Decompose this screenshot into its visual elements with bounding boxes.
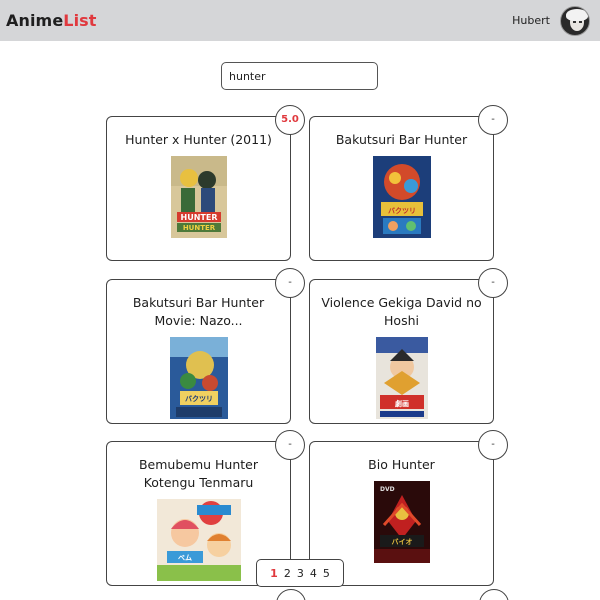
user-name: Hubert (512, 14, 550, 27)
anime-poster[interactable]: バクツリ (170, 337, 228, 419)
anime-title: Bemubemu Hunter Kotengu Tenmaru (138, 457, 259, 490)
page-link-4[interactable]: 4 (310, 567, 317, 580)
anime-title: Violence Gekiga David no Hoshi (321, 295, 482, 328)
rating-badge: - (478, 430, 508, 460)
top-bar: AnimeList Hubert (0, 0, 600, 41)
anime-card[interactable]: Violence Gekiga David no Hoshi - 劇画 (309, 268, 508, 424)
page-link-3[interactable]: 3 (297, 567, 304, 580)
svg-text:劇画: 劇画 (394, 399, 409, 408)
rating-badge: 5.0 (275, 105, 305, 135)
anime-card[interactable]: Hunter x Hunter (2011) 5.0 HUNTER HUNTER (106, 105, 305, 261)
rating-badge: - (275, 268, 305, 298)
avatar[interactable] (560, 5, 590, 36)
anime-poster[interactable]: バクツリ (373, 156, 431, 238)
rating-badge: - (478, 268, 508, 298)
svg-text:DVD: DVD (380, 486, 395, 493)
logo-text-list: List (63, 11, 97, 30)
logo-text-anime: Anime (6, 11, 64, 30)
page-link-5[interactable]: 5 (323, 567, 330, 580)
rating-badge-partial (479, 589, 509, 600)
page-link-2[interactable]: 2 (284, 567, 291, 580)
svg-text:バクツリ: バクツリ (388, 206, 416, 215)
anime-poster[interactable]: HUNTER HUNTER (171, 156, 227, 238)
anime-card[interactable]: Bakutsuri Bar Hunter Movie: Nazo... - バク… (106, 268, 305, 424)
anime-title: Hunter x Hunter (2011) (125, 132, 272, 147)
anime-title: Bakutsuri Bar Hunter (335, 132, 468, 147)
anime-title: Bio Hunter (368, 457, 435, 472)
user-menu[interactable]: Hubert (512, 5, 590, 36)
svg-text:ベム: ベム (178, 554, 192, 562)
rating-badge: - (275, 430, 305, 460)
svg-text:HUNTER: HUNTER (181, 213, 218, 222)
app-logo[interactable]: AnimeList (6, 11, 97, 30)
rating-badge-partial (276, 589, 306, 600)
rating-badge: - (478, 105, 508, 135)
anime-poster[interactable]: DVD バイオ (374, 481, 430, 563)
page-link-1[interactable]: 1 (270, 567, 278, 580)
svg-text:バクツリ: バクツリ (185, 394, 213, 403)
search-input[interactable] (221, 62, 378, 90)
anime-card[interactable]: Bakutsuri Bar Hunter - バクツリ (309, 105, 508, 261)
anime-poster[interactable]: 劇画 (376, 337, 428, 419)
svg-text:HUNTER: HUNTER (183, 224, 216, 232)
pagination: 1 2 3 4 5 (256, 559, 344, 587)
anime-poster[interactable]: ベム (157, 499, 241, 581)
svg-text:バイオ: バイオ (392, 538, 413, 546)
anime-title: Bakutsuri Bar Hunter Movie: Nazo... (132, 295, 265, 328)
